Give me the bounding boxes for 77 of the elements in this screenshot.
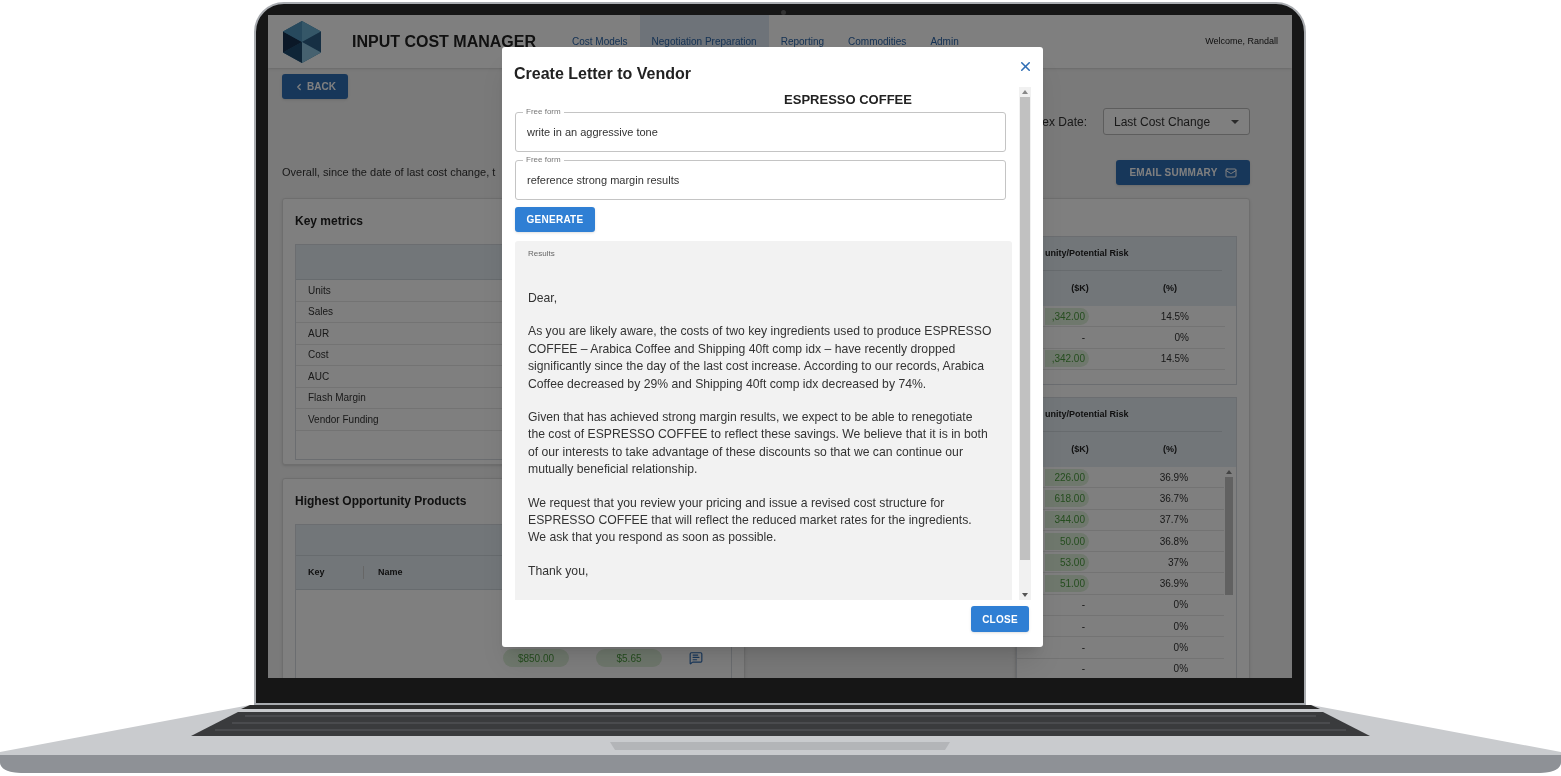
table-cell-text: - bbox=[1080, 330, 1086, 345]
table-cell-text: - bbox=[1080, 641, 1086, 655]
index-date-dropdown[interactable]: Last Cost Change bbox=[1103, 108, 1250, 135]
app-title: INPUT COST MANAGER bbox=[352, 31, 537, 52]
table-cell-text: 0% bbox=[1173, 662, 1190, 677]
table-cell-text: 36.9% bbox=[1159, 470, 1190, 485]
amount-pill: ,342.00 bbox=[1045, 307, 1089, 325]
table-cell-text: 14.5% bbox=[1160, 352, 1190, 367]
close-button[interactable]: CLOSE bbox=[971, 606, 1029, 632]
table-cell-text: - bbox=[1080, 619, 1086, 634]
results-label: Results bbox=[528, 248, 556, 260]
table-cell-text: 0% bbox=[1173, 598, 1190, 613]
letter-paragraph: Given that has achieved strong margin results, we expect to be able to renegotiate the cost of ESPRESSO COFFEE to reflect these savings. We believe that it is in both of our interests to take advantage of these discounts so that we can continue our mutually beneficial relationship. bbox=[528, 409, 989, 479]
column-group-header: unity/Potential Risk bbox=[1045, 407, 1129, 421]
table-cell-text: 36.8% bbox=[1159, 534, 1190, 549]
amount-pill: 53.00 bbox=[1045, 553, 1089, 571]
close-icon[interactable] bbox=[1018, 59, 1033, 74]
field-label: Free form bbox=[523, 155, 564, 165]
table-cell-text: 37.7% bbox=[1159, 513, 1190, 528]
amount-pill: 50.00 bbox=[1045, 532, 1089, 550]
metric-label: Units bbox=[308, 283, 331, 298]
nav-tab[interactable]: Admin bbox=[918, 15, 971, 68]
column-header: ($K) bbox=[1070, 442, 1090, 456]
email-summary-button[interactable]: EMAIL SUMMARY bbox=[1116, 160, 1250, 185]
comment-icon[interactable] bbox=[689, 651, 703, 665]
column-header: (%) bbox=[1162, 281, 1178, 295]
amount-pill: 344.00 bbox=[1045, 511, 1089, 529]
metric-label: Cost bbox=[308, 348, 329, 363]
card-title: Highest Opportunity Products bbox=[295, 493, 467, 510]
table-cell-text: 37% bbox=[1168, 555, 1190, 570]
amount-pill: 51.00 bbox=[1045, 575, 1089, 593]
table-cell-text: 0% bbox=[1174, 330, 1190, 345]
field-label: Free form bbox=[523, 107, 564, 117]
table-cell-text: - bbox=[1080, 662, 1086, 677]
metric-label: Sales bbox=[308, 305, 333, 320]
card-title: Key metrics bbox=[295, 213, 364, 230]
table-cell-text: 36.7% bbox=[1159, 491, 1190, 506]
metric-label: Vendor Funding bbox=[308, 412, 379, 427]
column-header: Name bbox=[377, 565, 403, 579]
envelope-icon bbox=[1224, 166, 1237, 179]
camera-icon bbox=[781, 10, 786, 15]
welcome-text: Welcome, Randall bbox=[1205, 34, 1278, 48]
scroll-up-icon[interactable] bbox=[1022, 90, 1028, 94]
nav-tab[interactable]: Reporting bbox=[768, 15, 836, 68]
column-header: Key bbox=[296, 565, 364, 580]
amount-pill: ,342.00 bbox=[1045, 350, 1089, 368]
table-cell-text: 14.5% bbox=[1160, 309, 1190, 324]
amount-pill: 226.00 bbox=[1045, 468, 1089, 486]
generate-button[interactable]: GENERATE bbox=[515, 207, 595, 232]
scroll-down-icon[interactable] bbox=[1022, 593, 1028, 597]
letter-paragraph: We request that you review your pricing and issue a revised cost structure for ESPRESSO COFFEE that will reflect the reduced market rates for the ingredients. We ask that you respond as soon as possible. bbox=[528, 494, 973, 547]
scrollbar-thumb[interactable] bbox=[1020, 97, 1030, 560]
caret-icon bbox=[1231, 119, 1239, 124]
metric-label: AUR bbox=[308, 326, 330, 341]
product-name: ESPRESSO COFFEE bbox=[784, 90, 912, 109]
table-cell-text: 0% bbox=[1173, 619, 1190, 634]
table-cell-text: 0% bbox=[1173, 641, 1190, 655]
summary-text: Overall, since the date of last cost change, t bbox=[282, 165, 496, 181]
letter-paragraph: Dear, bbox=[528, 290, 559, 307]
logo-icon bbox=[283, 20, 321, 63]
nav-tab[interactable]: Commodities bbox=[836, 15, 919, 68]
column-header: ($K) bbox=[1070, 281, 1090, 295]
scroll-up-icon[interactable] bbox=[1226, 470, 1232, 474]
value-pill: $850.00 bbox=[503, 649, 569, 667]
value-pill: $5.65 bbox=[596, 649, 662, 667]
metric-label: Flash Margin bbox=[308, 391, 366, 406]
letter-paragraph: As you are likely aware, the costs of two key ingredients used to produce ESPRESSO COFFEE – Arabica Coffee and Shipping 40ft comp idx – have recently dropped significantly since the day of the last cost increase. According to our records, Arabica Coffee decreased by 29% and Shipping 40ft comp idx decreased by 74%. bbox=[528, 323, 992, 393]
letter-paragraph: Thank you, bbox=[528, 562, 590, 580]
table-cell-text: 36.9% bbox=[1159, 577, 1190, 592]
metric-label: AUC bbox=[308, 369, 330, 384]
column-header: (%) bbox=[1162, 442, 1178, 456]
scrollbar-thumb[interactable] bbox=[1225, 477, 1233, 595]
back-button[interactable]: BACK bbox=[282, 74, 348, 99]
table-cell-text: - bbox=[1080, 598, 1086, 613]
column-group-header: unity/Potential Risk bbox=[1045, 246, 1129, 260]
field-label: ex Date: bbox=[1042, 113, 1087, 131]
amount-pill: 618.00 bbox=[1045, 489, 1089, 507]
